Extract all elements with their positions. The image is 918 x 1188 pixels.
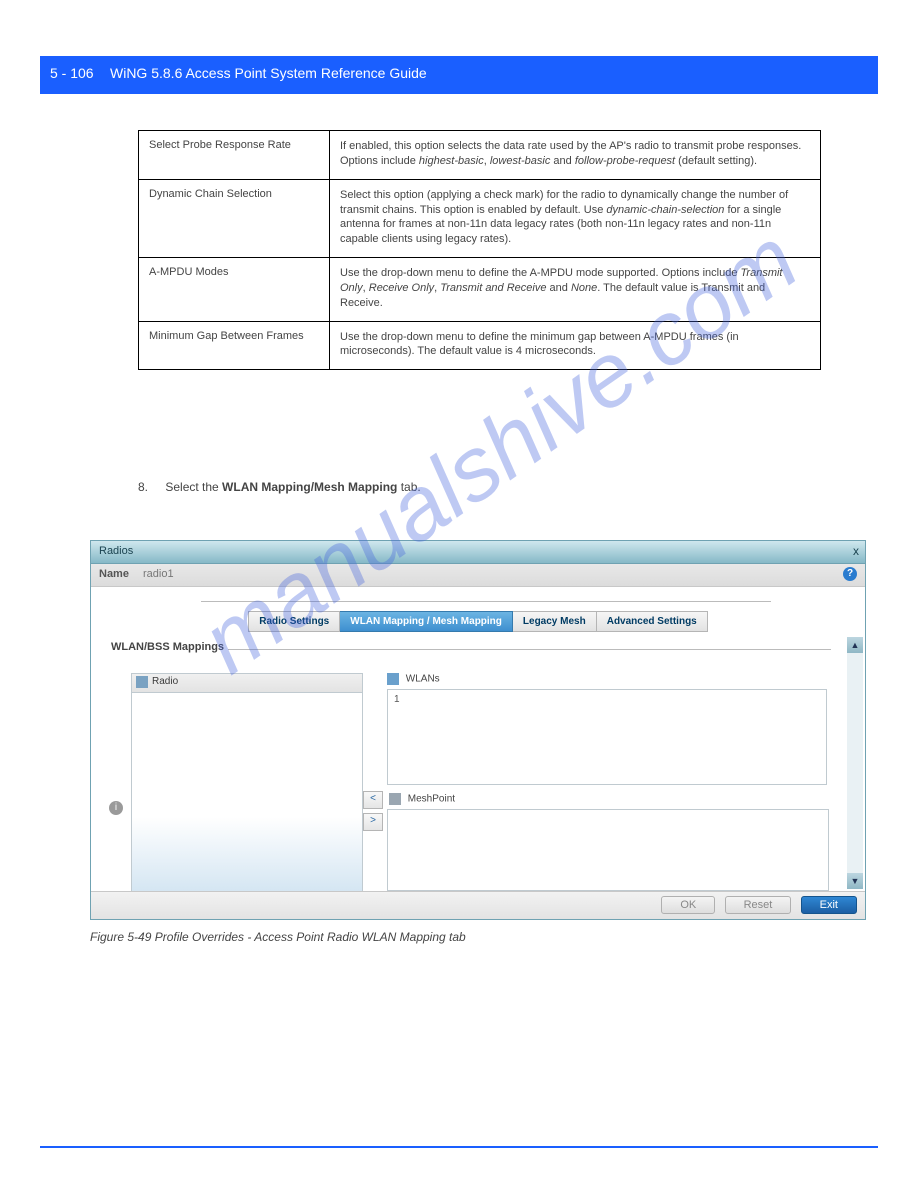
scroll-up-icon[interactable]: ▲ [847,637,863,653]
radios-dialog: Radios x Name radio1 ? Radio Settings WL… [90,540,866,920]
tabstrip: Radio Settings WLAN Mapping / Mesh Mappi… [91,611,865,632]
param-desc: Select this option (applying a check mar… [330,179,821,257]
radio-panel-header: Radio [132,674,362,693]
parameter-table: Select Probe Response RateIf enabled, th… [138,130,821,370]
help-icon[interactable]: ? [843,567,857,581]
param-desc: If enabled, this option selects the data… [330,131,821,180]
step-text-b: tab. [401,480,421,494]
scroll-track[interactable] [847,653,863,873]
figure-caption: Figure 5-49 Profile Overrides - Access P… [90,930,466,944]
param-desc: Use the drop-down menu to define the min… [330,321,821,370]
divider [201,601,771,602]
dialog-titlebar: Radios x [91,541,865,564]
scroll-down-icon[interactable]: ▼ [847,873,863,889]
ok-button[interactable]: OK [661,896,715,914]
param-name: Select Probe Response Rate [139,131,330,180]
param-name: Dynamic Chain Selection [139,179,330,257]
name-value: radio1 [143,568,174,580]
close-icon[interactable]: x [853,544,859,558]
table-row: A-MPDU ModesUse the drop-down menu to de… [139,258,821,322]
param-desc: Use the drop-down menu to define the A-M… [330,258,821,322]
meshpoint-label-text: MeshPoint [408,794,455,805]
footer-divider [40,1146,878,1148]
table-row: Select Probe Response RateIf enabled, th… [139,131,821,180]
meshpoint-listbox[interactable] [387,809,829,891]
info-icon: i [109,801,123,815]
meshpoint-icon [389,793,401,805]
product-title: WiNG 5.8.6 Access Point System Reference… [110,65,427,81]
table-row: Dynamic Chain SelectionSelect this optio… [139,179,821,257]
wlans-label: WLANs [387,673,440,685]
meshpoint-label: MeshPoint [389,793,455,805]
tab-advanced-settings[interactable]: Advanced Settings [597,611,708,632]
wlans-item[interactable]: 1 [394,694,400,705]
dialog-button-row: OK Reset Exit [91,891,865,919]
wlans-label-text: WLANs [406,674,440,685]
radio-header-text: Radio [152,676,178,687]
move-left-button[interactable]: < [363,791,383,809]
tab-radio-settings[interactable]: Radio Settings [248,611,340,632]
reset-button[interactable]: Reset [725,896,792,914]
name-label: Name [99,568,129,580]
radio-icon [136,676,148,688]
param-name: Minimum Gap Between Frames [139,321,330,370]
dialog-title: Radios [99,545,133,557]
tab-wlan-mesh-mapping[interactable]: WLAN Mapping / Mesh Mapping [340,611,513,632]
step-8: 8. Select the WLAN Mapping/Mesh Mapping … [138,480,421,494]
radio-panel[interactable]: Radio [131,673,363,895]
table-row: Minimum Gap Between FramesUse the drop-d… [139,321,821,370]
name-bar: Name radio1 ? [91,564,865,587]
exit-button[interactable]: Exit [801,896,857,914]
param-name: A-MPDU Modes [139,258,330,322]
move-right-button[interactable]: > [363,813,383,831]
step-text-a: Select the [165,480,222,494]
move-buttons: < > [363,791,383,835]
scrollbar[interactable]: ▲ ▼ [847,637,863,889]
step-number: 8. [138,480,162,494]
wlans-listbox[interactable]: 1 [387,689,827,785]
fieldset-label: WLAN/BSS Mappings [107,641,228,653]
wlan-icon [387,673,399,685]
page-number: 5 - 106 [50,65,94,81]
page-header-bar: 5 - 106 WiNG 5.8.6 Access Point System R… [40,56,878,94]
step-bold: WLAN Mapping/Mesh Mapping [222,480,397,494]
tab-legacy-mesh[interactable]: Legacy Mesh [513,611,597,632]
